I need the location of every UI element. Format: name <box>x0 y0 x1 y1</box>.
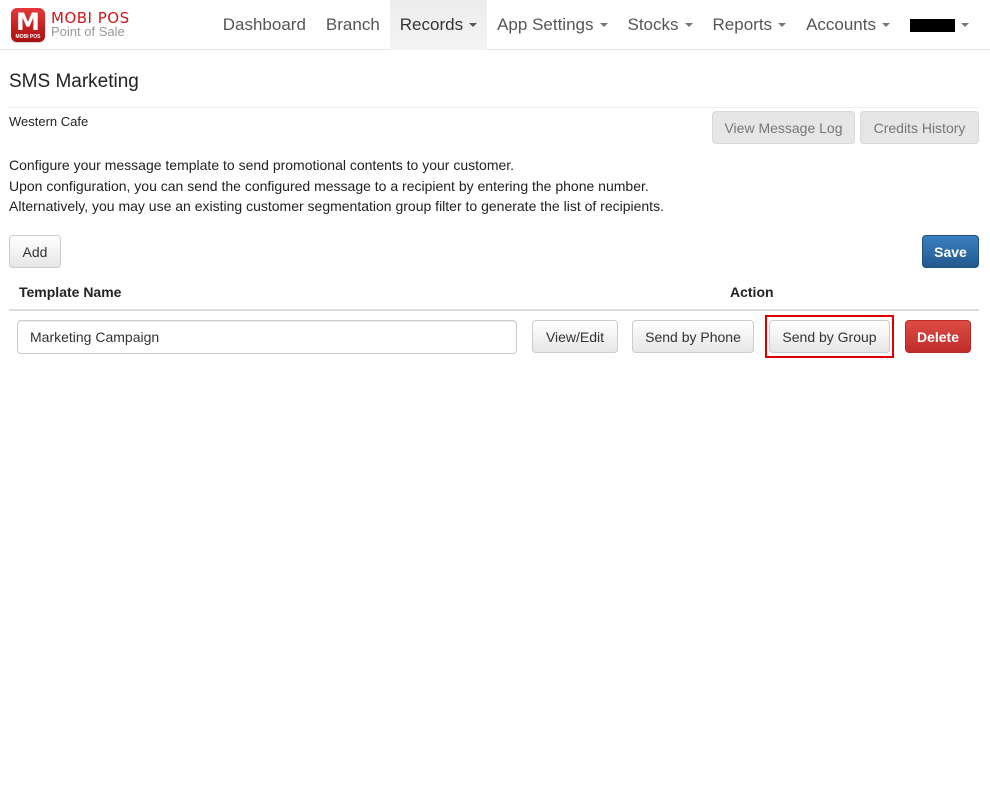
table-header-divider <box>9 309 979 311</box>
branch-name: Western Cafe <box>9 114 89 129</box>
caret-down-icon <box>778 23 787 27</box>
add-button[interactable]: Add <box>9 235 61 268</box>
nav-label: App Settings <box>497 15 594 34</box>
caret-down-icon <box>599 23 608 27</box>
view-message-log-button[interactable]: View Message Log <box>712 111 855 144</box>
header-divider <box>9 107 979 108</box>
caret-down-icon <box>882 23 890 27</box>
template-name-input[interactable] <box>17 320 517 354</box>
column-header-action: Action <box>730 284 774 300</box>
nav-stocks[interactable]: Stocks <box>618 0 703 50</box>
page-title: SMS Marketing <box>9 71 139 92</box>
nav-accounts[interactable]: Accounts <box>796 0 900 50</box>
caret-down-icon <box>961 23 969 27</box>
nav-label: Accounts <box>806 15 876 34</box>
nav-user-menu[interactable] <box>900 0 990 50</box>
nav-label: Branch <box>325 15 380 34</box>
description-line: Configure your message template to send … <box>9 157 515 173</box>
nav-label: Dashboard <box>222 15 306 34</box>
nav-records[interactable]: Records <box>389 0 488 50</box>
caret-down-icon <box>684 23 693 27</box>
logo-caption: MOBI POS <box>15 34 41 40</box>
brand-logo-link[interactable]: M MOBI POS MOBI POS Point of Sale <box>11 8 130 42</box>
column-header-template-name: Template Name <box>19 284 122 300</box>
nav-label: Reports <box>712 15 773 34</box>
main-nav: Dashboard Branch Records App Settings St… <box>213 0 990 50</box>
view-edit-button[interactable]: View/Edit <box>532 320 618 353</box>
description: Configure your message template to send … <box>9 155 664 217</box>
credits-history-button[interactable]: Credits History <box>860 111 979 144</box>
description-line: Alternatively, you may use an existing c… <box>9 198 664 214</box>
nav-app-settings[interactable]: App Settings <box>487 0 617 50</box>
mobi-pos-logo-icon: M MOBI POS <box>11 8 45 42</box>
logo-letter: M <box>16 8 40 36</box>
description-line: Upon configuration, you can send the con… <box>9 177 649 194</box>
caret-down-icon <box>469 23 478 27</box>
delete-button[interactable]: Delete <box>905 320 971 353</box>
nav-label: Records <box>399 15 464 34</box>
nav-reports[interactable]: Reports <box>703 0 797 50</box>
top-navbar: M MOBI POS MOBI POS Point of Sale Dashbo… <box>0 0 990 50</box>
save-button[interactable]: Save <box>922 235 979 268</box>
nav-branch[interactable]: Branch <box>316 0 390 50</box>
redacted-username <box>910 18 955 32</box>
nav-label: Stocks <box>627 15 679 34</box>
nav-dashboard[interactable]: Dashboard <box>213 0 316 50</box>
send-by-phone-button[interactable]: Send by Phone <box>632 320 754 353</box>
brand-subtitle: Point of Sale <box>51 24 125 39</box>
highlight-box <box>765 315 894 358</box>
